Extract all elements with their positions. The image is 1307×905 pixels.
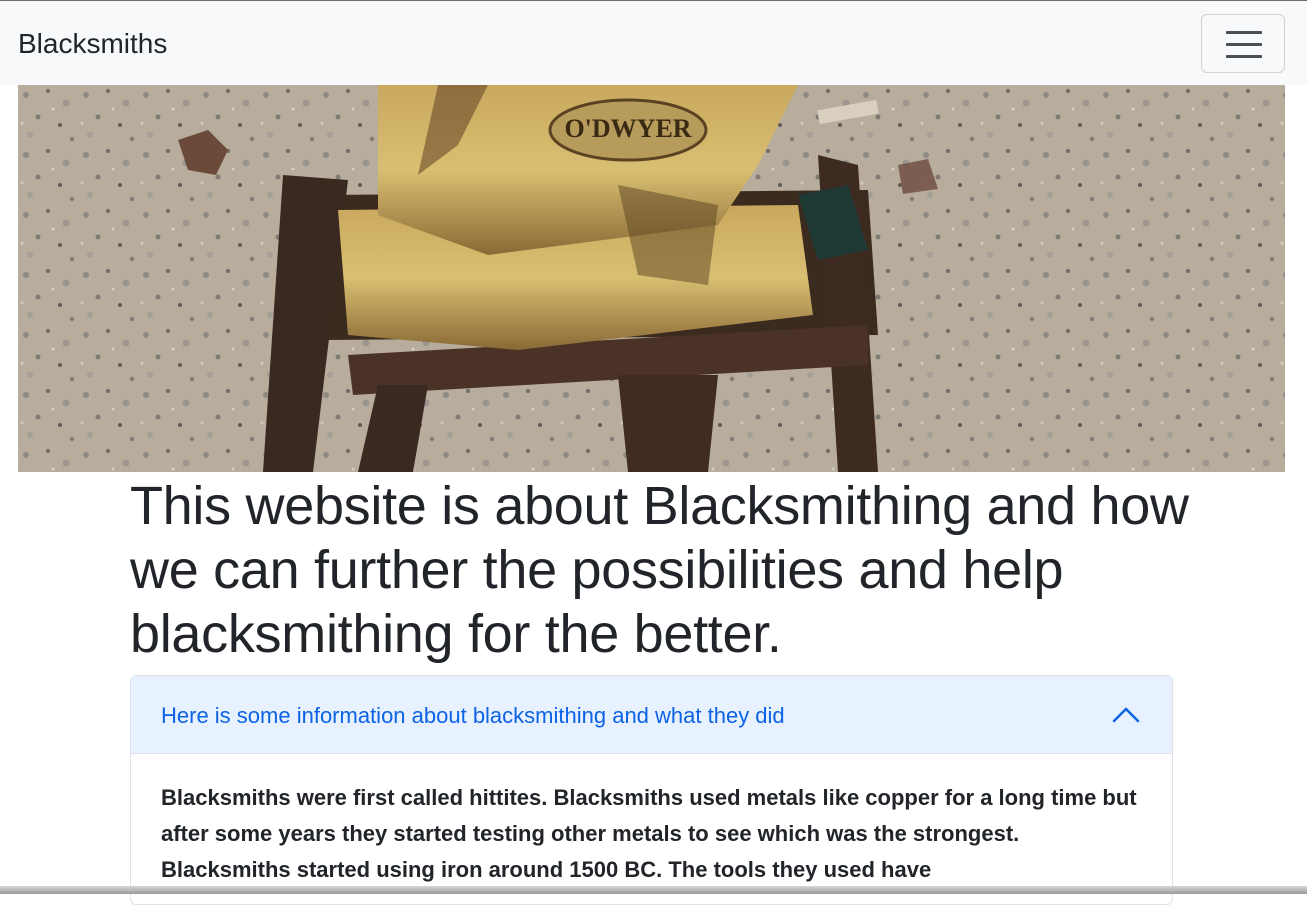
accordion-header-button[interactable]: Here is some information about blacksmit… bbox=[131, 676, 1172, 754]
svg-text:O'DWYER: O'DWYER bbox=[564, 114, 691, 143]
chevron-up-icon bbox=[1112, 707, 1140, 723]
carousel-prev-button[interactable] bbox=[18, 85, 168, 472]
hero-carousel: O'DWYER bbox=[18, 85, 1285, 472]
accordion-body-text: Blacksmiths were first called hittites. … bbox=[161, 785, 1137, 882]
accordion: Here is some information about blacksmit… bbox=[130, 675, 1173, 905]
page-headline: This website is about Blacksmithing and … bbox=[130, 476, 1189, 664]
hero-image: O'DWYER bbox=[18, 85, 1285, 472]
window-bottom-edge bbox=[0, 886, 1307, 894]
navbar-brand[interactable]: Blacksmiths bbox=[18, 27, 167, 61]
carousel-next-button[interactable] bbox=[1135, 85, 1285, 472]
accordion-header-label: Here is some information about blacksmit… bbox=[161, 703, 785, 728]
navbar-toggler-button[interactable] bbox=[1201, 14, 1285, 73]
navbar: Blacksmiths bbox=[0, 0, 1307, 85]
